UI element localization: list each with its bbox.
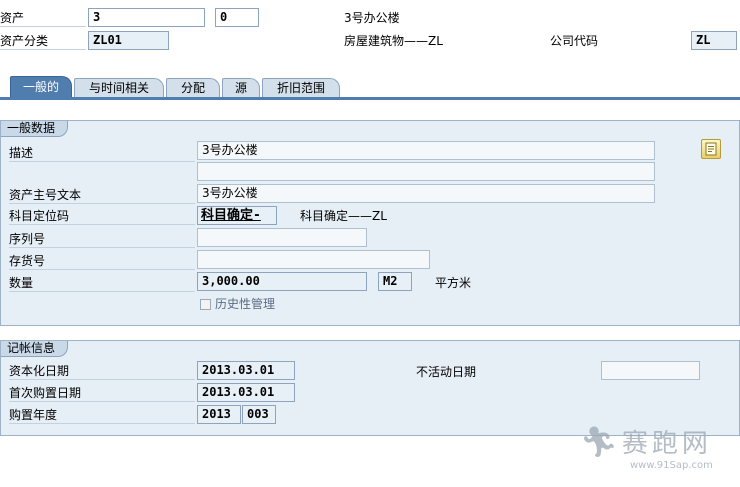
asset-label: 资产 — [0, 10, 86, 27]
description-label: 描述 — [9, 145, 195, 162]
inventory-number-field[interactable] — [197, 250, 430, 269]
posting-info-title: 记帐信息 — [1, 341, 69, 357]
capitalized-on-label: 资本化日期 — [9, 363, 195, 380]
account-determination-field[interactable]: 科目确定- — [197, 206, 277, 225]
history-management-checkbox[interactable] — [200, 299, 211, 310]
account-determination-value: 科目确定- — [201, 208, 261, 223]
first-acquisition-label: 首次购置日期 — [9, 385, 195, 402]
deactivation-field[interactable] — [601, 361, 700, 380]
capitalized-on-field[interactable]: 2013.03.01 — [197, 361, 295, 380]
watermark-brand: 赛跑网 — [621, 429, 712, 459]
acquisition-period-field[interactable]: 003 — [242, 405, 276, 424]
long-text-icon[interactable] — [701, 139, 721, 159]
main-number-text-label: 资产主号文本 — [9, 187, 195, 204]
account-determination-text: 科目确定——ZL — [300, 209, 387, 223]
serial-number-field[interactable] — [197, 228, 367, 247]
quantity-field[interactable]: 3,000.00 — [197, 272, 367, 291]
tab-origin[interactable]: 源 — [222, 78, 260, 98]
quantity-label: 数量 — [9, 275, 195, 292]
company-code-field[interactable]: ZL — [691, 31, 737, 50]
asset-subnumber-field[interactable]: 0 — [215, 8, 259, 27]
unit-field[interactable]: M2 — [378, 272, 412, 291]
description-2-field[interactable] — [197, 162, 655, 181]
main-number-text-field[interactable]: 3号办公楼 — [197, 184, 655, 203]
tab-general[interactable]: 一般的 — [10, 76, 72, 98]
tab-assignments[interactable]: 分配 — [166, 78, 220, 98]
unit-text: 平方米 — [435, 276, 472, 290]
first-acquisition-field[interactable]: 2013.03.01 — [197, 383, 295, 402]
general-data-title: 一般数据 — [1, 121, 69, 137]
tab-depreciation-areas[interactable]: 折旧范围 — [262, 78, 340, 98]
asset-class-field[interactable]: ZL01 — [88, 31, 169, 50]
serial-number-label: 序列号 — [9, 231, 195, 248]
asset-class-label: 资产分类 — [0, 33, 86, 50]
asset-class-text: 房屋建筑物——ZL — [344, 34, 443, 48]
acquisition-year-field[interactable]: 2013 — [197, 405, 241, 424]
tab-time-dependent[interactable]: 与时间相关 — [74, 78, 164, 98]
deactivation-label: 不活动日期 — [416, 365, 477, 379]
asset-description-text: 3号办公楼 — [344, 11, 400, 25]
watermark-logo: 🏃︎ 赛跑网 — [580, 426, 712, 461]
tab-strip: 一般的 与时间相关 分配 源 折旧范围 — [0, 76, 740, 98]
tab-underline — [0, 97, 740, 100]
asset-number-field[interactable]: 3 — [88, 8, 205, 27]
inventory-number-label: 存货号 — [9, 253, 195, 270]
account-determination-label: 科目定位码 — [9, 208, 195, 225]
description-field[interactable]: 3号办公楼 — [197, 141, 655, 160]
acquisition-year-label: 购置年度 — [9, 407, 195, 424]
runner-icon: 🏃︎ — [580, 425, 619, 460]
history-management-label: 历史性管理 — [215, 297, 276, 311]
watermark-url: www.91Sap.com — [630, 460, 713, 471]
company-code-label: 公司代码 — [550, 34, 599, 48]
